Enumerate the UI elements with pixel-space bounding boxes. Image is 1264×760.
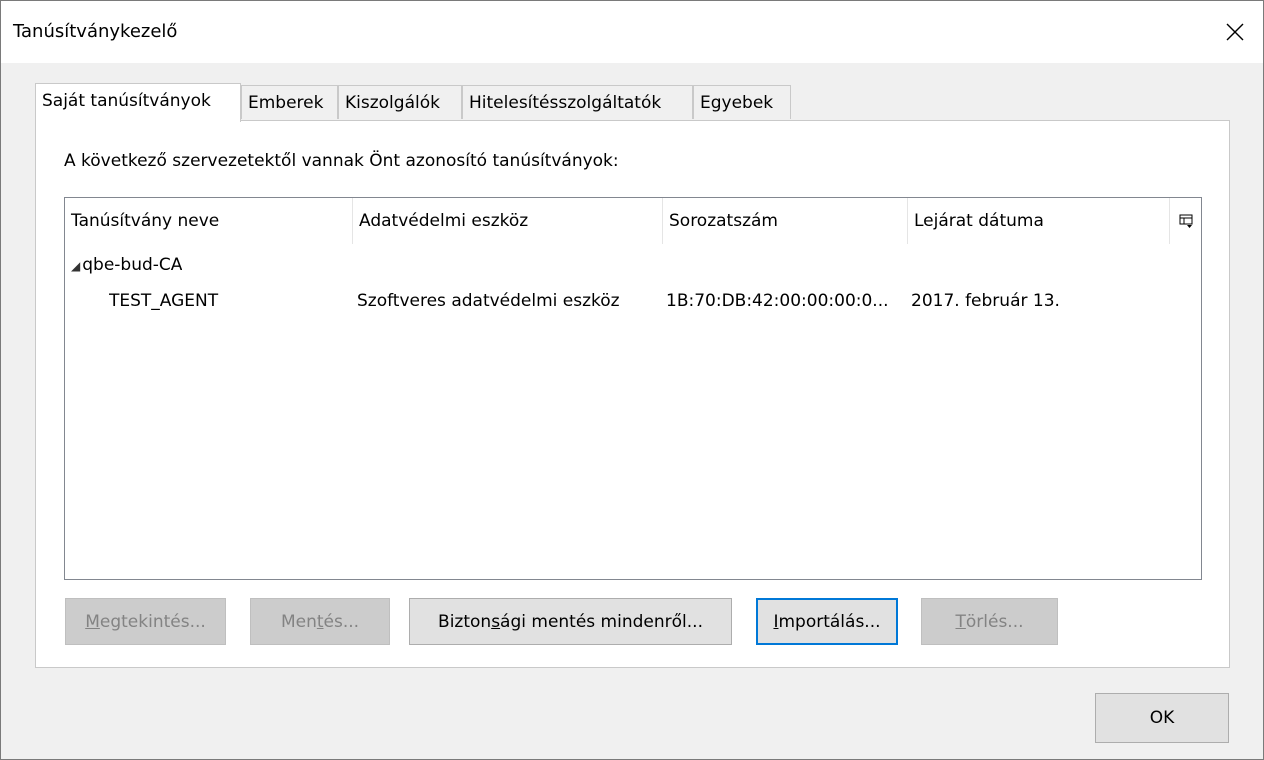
cert-serial: 1B:70:DB:42:00:00:00:0... — [666, 291, 889, 311]
tab-servers[interactable]: Kiszolgálók — [338, 85, 462, 119]
import-button[interactable]: Importálás... — [756, 598, 898, 645]
certificate-row[interactable]: TEST_AGENT Szoftveres adatvédelmi eszköz… — [65, 284, 1201, 318]
delete-button[interactable]: Törlés... — [921, 598, 1058, 645]
expanded-triangle-icon[interactable]: ◢ — [71, 259, 80, 273]
window-title: Tanúsítványkezelő — [13, 21, 178, 42]
description-text: A következő szervezetektől vannak Önt az… — [64, 151, 619, 171]
cert-name: TEST_AGENT — [109, 291, 219, 311]
cert-device: Szoftveres adatvédelmi eszköz — [357, 291, 620, 311]
column-header-serial[interactable]: Sorozatszám — [663, 198, 908, 244]
close-button[interactable] — [1207, 1, 1263, 63]
tab-people[interactable]: Emberek — [241, 85, 338, 119]
column-picker-icon — [1179, 214, 1193, 228]
tab-authorities[interactable]: Hitelesítésszolgáltatók — [462, 85, 693, 119]
backup-button[interactable]: Men t és... — [250, 598, 390, 645]
tab-panel: A következő szervezetektől vannak Önt az… — [35, 120, 1230, 668]
certificate-tree[interactable]: Tanúsítvány neve Adatvédelmi eszköz Soro… — [64, 197, 1202, 580]
ok-button[interactable]: OK — [1095, 693, 1229, 743]
backup-all-button[interactable]: Bizton s ági mentés mindenről... — [409, 598, 732, 645]
tree-group-row[interactable]: ◢ qbe-bud-CA — [65, 248, 1201, 282]
column-picker-button[interactable] — [1171, 198, 1201, 244]
cert-expiry: 2017. február 13. — [911, 291, 1060, 311]
view-button[interactable]: Megtekintés... — [65, 598, 226, 645]
tab-own-certificates[interactable]: Saját tanúsítványok — [35, 83, 241, 122]
column-header-name[interactable]: Tanúsítvány neve — [65, 198, 353, 244]
group-label: qbe-bud-CA — [82, 255, 183, 275]
title-bar[interactable]: Tanúsítványkezelő — [1, 1, 1263, 63]
column-header-device[interactable]: Adatvédelmi eszköz — [353, 198, 663, 244]
certificate-manager-window: Tanúsítványkezelő Saját tanúsítványok Em… — [0, 0, 1264, 760]
tab-others[interactable]: Egyebek — [693, 85, 791, 119]
column-header-expiry[interactable]: Lejárat dátuma — [908, 198, 1170, 244]
close-icon — [1226, 23, 1244, 41]
